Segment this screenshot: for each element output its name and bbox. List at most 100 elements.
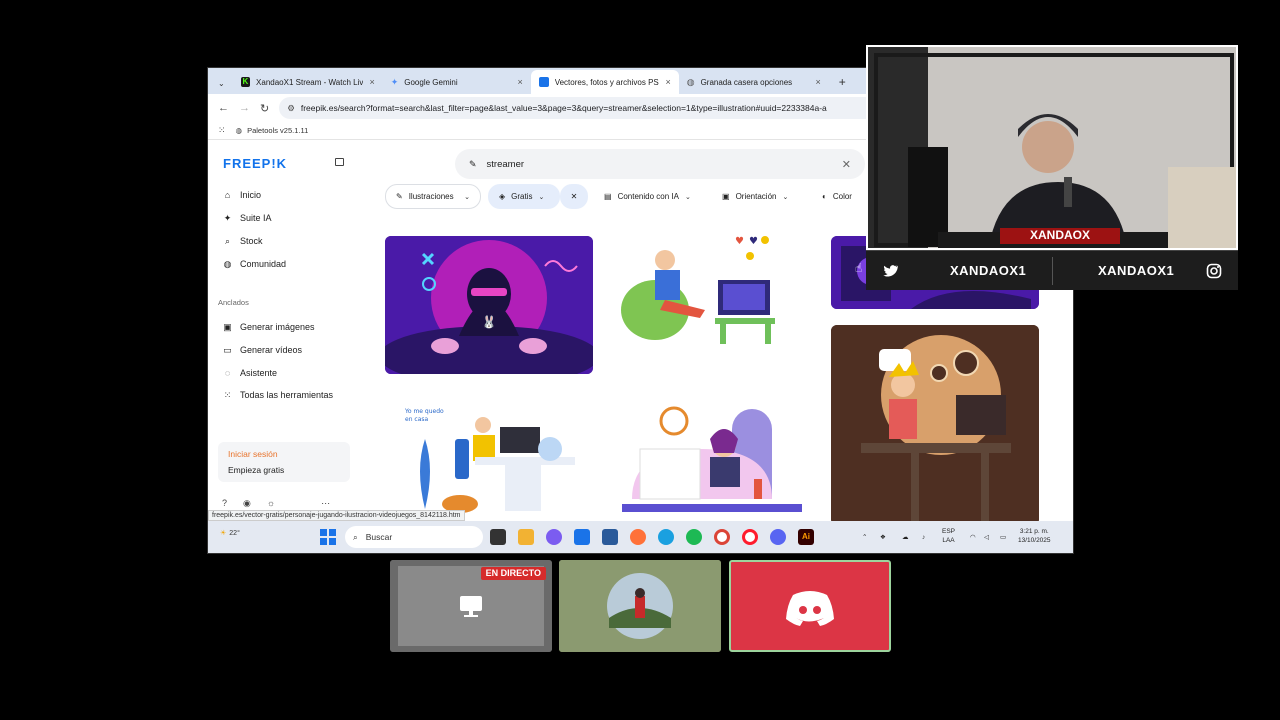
- result-card-gamer-brown[interactable]: [831, 325, 1039, 525]
- home-icon: ⌂: [224, 189, 231, 200]
- filter-color[interactable]: ◐ Color: [812, 184, 872, 209]
- spotify-icon[interactable]: [686, 529, 702, 545]
- app-icon[interactable]: [602, 529, 618, 545]
- sidebar-item-generar-videos[interactable]: ▭ Generar vídeos: [223, 345, 302, 355]
- participant-tile[interactable]: [559, 560, 721, 652]
- sidebar-item-comunidad[interactable]: ◍ Comunidad: [223, 259, 286, 269]
- help-icon[interactable]: ?: [222, 498, 227, 509]
- taskbar-search[interactable]: ⌕ Buscar: [345, 526, 483, 548]
- instagram-icon: [1206, 263, 1222, 279]
- close-icon[interactable]: ×: [665, 77, 670, 87]
- site-info-icon[interactable]: ⚙: [287, 103, 295, 114]
- filter-contenido-ia[interactable]: ▤ Contenido con IA ⌄: [594, 184, 704, 209]
- result-card-gamer-beanbag[interactable]: ♥ ♥: [615, 230, 805, 350]
- volume-icon[interactable]: ◁: [984, 533, 989, 542]
- freepik-tab-icon: [538, 77, 549, 87]
- login-link[interactable]: Iniciar sesión: [228, 449, 278, 459]
- more-icon[interactable]: ⋯: [321, 498, 330, 509]
- stream-canvas: ⌄ K XandaoX1 Stream - Watch Live × ✦ Goo…: [0, 0, 1280, 720]
- theme-icon[interactable]: ☼: [267, 498, 275, 509]
- webcam-overlay: [866, 45, 1238, 250]
- search-input[interactable]: ✎ streamer ✕: [455, 149, 865, 179]
- illustration-hacker: 🐰: [385, 236, 593, 374]
- lang-layout: LAA: [942, 537, 955, 544]
- clear-filter-button[interactable]: ✕: [560, 184, 588, 209]
- windows-start-icon[interactable]: [320, 529, 336, 545]
- sidebar-item-asistente[interactable]: ◌ Asistente: [223, 368, 277, 378]
- tab-label: Granada casera opciones: [700, 77, 793, 87]
- chevron-down-icon: ⌄: [782, 193, 789, 201]
- illustrator-icon[interactable]: Ai: [798, 529, 814, 545]
- mic-icon[interactable]: ♪: [922, 533, 925, 542]
- sparkle-icon: ✦: [223, 212, 232, 223]
- result-card-streamer-girl[interactable]: [622, 399, 802, 519]
- filter-ilustraciones[interactable]: ✎ Ilustraciones ⌄: [385, 184, 481, 209]
- result-card-hacker[interactable]: 🐰: [385, 236, 593, 374]
- opera-icon[interactable]: [742, 529, 758, 545]
- illustration-streamer-girl: [622, 406, 802, 512]
- edge-icon[interactable]: [658, 529, 674, 545]
- weather-widget[interactable]: ☀ 22°: [220, 529, 240, 538]
- language-indicator[interactable]: ESP LAA: [942, 527, 955, 545]
- discord-icon[interactable]: [770, 529, 786, 545]
- clear-search-icon[interactable]: ✕: [842, 158, 851, 171]
- close-icon[interactable]: ×: [369, 77, 374, 87]
- tab-freepik[interactable]: Vectores, fotos y archivos PSD ×: [530, 70, 679, 94]
- back-icon[interactable]: ←: [218, 102, 229, 114]
- close-icon[interactable]: ×: [517, 77, 522, 87]
- result-card-home-office[interactable]: Yo me quedo en casa: [385, 399, 585, 519]
- sidebar-item-suite-ia[interactable]: ✦ Suite IA: [223, 213, 272, 223]
- file-explorer-icon[interactable]: [518, 529, 534, 545]
- tab-gemini[interactable]: ✦ Google Gemini ×: [383, 70, 531, 94]
- discord-icon[interactable]: ◉: [243, 498, 251, 509]
- task-view-icon[interactable]: [490, 529, 506, 545]
- copilot-icon[interactable]: [546, 529, 562, 545]
- sidebar-item-inicio[interactable]: ⌂ Inicio: [223, 190, 261, 200]
- lang-code: ESP: [942, 528, 956, 535]
- bookmark-paletools[interactable]: ◍ Paletools v25.1.11: [236, 126, 309, 135]
- firefox-icon[interactable]: [630, 529, 646, 545]
- tab-label: XandaoX1 Stream - Watch Live: [256, 77, 364, 87]
- chevron-up-icon[interactable]: ⌃: [862, 533, 867, 542]
- filter-orientacion[interactable]: ▣ Orientación ⌄: [712, 184, 804, 209]
- sidebar-item-generar-imagenes[interactable]: ▣ Generar imágenes: [223, 322, 314, 332]
- chrome-icon[interactable]: [714, 529, 730, 545]
- url-text: freepik.es/search?format=search&last_fil…: [300, 103, 827, 113]
- ai-icon: ▤: [604, 192, 612, 201]
- close-icon[interactable]: ×: [815, 77, 820, 87]
- sidebar-item-todas-herramientas[interactable]: ⁙ Todas las herramientas: [223, 390, 333, 400]
- svg-text:en casa: en casa: [405, 416, 429, 423]
- screen-share-tile[interactable]: EN DIRECTO: [390, 560, 552, 652]
- tag-icon: ◈: [499, 192, 506, 201]
- store-icon[interactable]: [574, 529, 590, 545]
- sidebar-item-stock[interactable]: ⌕ Stock: [223, 236, 263, 246]
- dropbox-icon[interactable]: ❖: [880, 533, 886, 542]
- webcam-feed: [868, 47, 1236, 248]
- taskbar-search-label: Buscar: [365, 532, 393, 542]
- link-preview: freepik.es/vector-gratis/personaje-jugan…: [208, 510, 465, 521]
- taskbar: ☀ 22° ⌕ Buscar Ai ⌃ ❖ ☁ ♪ ESP LAA ◠ ◁ ▭ …: [208, 521, 1073, 553]
- forward-icon[interactable]: →: [239, 102, 250, 114]
- new-tab-button[interactable]: +: [829, 75, 856, 94]
- apps-icon[interactable]: ⁙: [218, 125, 226, 136]
- signup-link[interactable]: Empieza gratis: [228, 465, 284, 475]
- battery-icon[interactable]: ▭: [1000, 533, 1006, 542]
- filter-gratis[interactable]: ◈ Gratis ⌄: [488, 184, 560, 209]
- sidebar-item-label: Stock: [240, 236, 263, 246]
- social-bar: XANDAOX1 XANDAOX1: [866, 250, 1238, 290]
- filter-label: Gratis: [511, 192, 533, 201]
- sidebar-item-label: Asistente: [240, 368, 278, 378]
- tab-granada[interactable]: ◍ Granada casera opciones ×: [679, 70, 829, 94]
- clock[interactable]: 3:21 p. m. 13/10/2025: [1018, 527, 1051, 545]
- discord-icon: [786, 591, 834, 626]
- search-icon: ⌕: [353, 531, 358, 542]
- tab-list-button[interactable]: ⌄: [208, 79, 233, 94]
- tab-xandao-stream[interactable]: K XandaoX1 Stream - Watch Live ×: [233, 70, 383, 94]
- discord-tile[interactable]: [729, 560, 891, 652]
- wifi-icon[interactable]: ◠: [970, 533, 976, 542]
- cloud-icon[interactable]: ☁: [902, 533, 909, 542]
- pinned-heading: Anclados: [218, 298, 249, 307]
- reload-icon[interactable]: ↻: [260, 102, 269, 115]
- sidebar-toggle-icon[interactable]: [335, 158, 344, 166]
- freepik-logo[interactable]: FREEP!K: [223, 156, 287, 171]
